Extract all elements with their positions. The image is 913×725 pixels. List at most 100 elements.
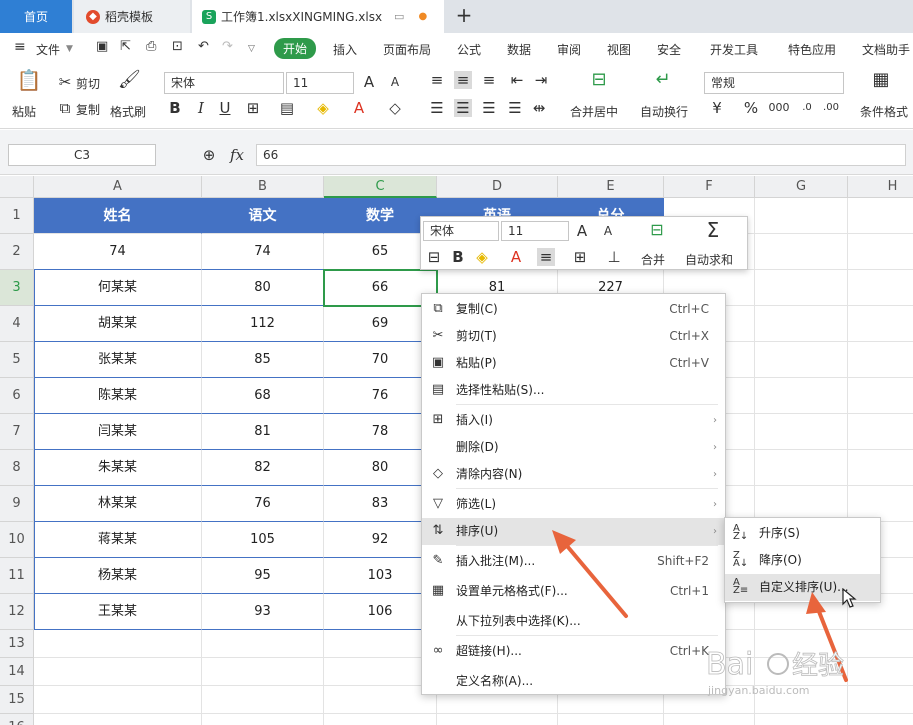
context-menu-item-10[interactable]: ▦ 设置单元格格式(F)... Ctrl+1 — [422, 578, 725, 605]
name-box[interactable]: C3 — [8, 144, 156, 166]
indent-decrease-icon[interactable]: ⇤ — [508, 71, 526, 89]
context-menu-item-6[interactable]: ◇ 清除内容(N) › — [422, 461, 725, 488]
mini-format-painter-icon[interactable]: ⊥ — [605, 248, 623, 266]
sort-descending-item[interactable]: Z A↓ 降序(O) — [725, 547, 880, 574]
row-header-2[interactable]: 2 — [0, 234, 34, 270]
cell-h5[interactable] — [848, 342, 913, 378]
align-top-icon[interactable]: ≡ — [428, 71, 446, 89]
increase-decimal-icon[interactable]: .0 — [798, 99, 816, 117]
autosum-button[interactable]: 自动求和 — [685, 251, 733, 268]
context-menu-item-5[interactable]: 删除(D) › — [422, 434, 725, 461]
menu-data[interactable]: 数据 — [507, 41, 531, 58]
tab-document[interactable]: S 工作簿1.xlsxXINGMING.xlsx ▭ ● — [192, 0, 444, 33]
context-menu-item-13[interactable]: 定义名称(A)... — [422, 668, 725, 695]
font-select[interactable]: 宋体 — [164, 72, 284, 94]
cell-b2[interactable]: 74 — [202, 234, 324, 270]
row-header-1[interactable]: 1 — [0, 198, 34, 234]
row-header-7[interactable]: 7 — [0, 414, 34, 450]
align-center-icon[interactable]: ☰ — [454, 99, 472, 117]
column-header-a[interactable]: A — [34, 176, 202, 198]
font-color-icon[interactable]: A — [350, 99, 368, 117]
row-header-8[interactable]: 8 — [0, 450, 34, 486]
cell-a16[interactable] — [34, 714, 202, 725]
align-left-icon[interactable]: ☰ — [428, 99, 446, 117]
mini-align-icon[interactable]: ≡ — [537, 248, 555, 266]
cell-d16[interactable] — [437, 714, 558, 725]
wrap-text-icon[interactable]: ↵ — [650, 71, 676, 95]
column-header-c[interactable]: C — [324, 176, 437, 198]
cell-a7[interactable]: 闫某某 — [34, 414, 202, 450]
cell-a3[interactable]: 何某某 — [34, 270, 202, 306]
cell-b3[interactable]: 80 — [202, 270, 324, 306]
cell-b5[interactable]: 85 — [202, 342, 324, 378]
zoom-icon[interactable]: ⊕ — [200, 146, 218, 164]
column-header-d[interactable]: D — [437, 176, 558, 198]
mini-decrease-font-icon[interactable]: A — [599, 222, 617, 240]
cell-b11[interactable]: 95 — [202, 558, 324, 594]
wrap-text-button[interactable]: 自动换行 — [640, 103, 688, 120]
cell-h2[interactable] — [848, 234, 913, 270]
cell-h7[interactable] — [848, 414, 913, 450]
row-header-14[interactable]: 14 — [0, 658, 34, 686]
tab-home[interactable]: 首页 — [0, 0, 72, 33]
align-bottom-icon[interactable]: ≡ — [480, 71, 498, 89]
monitor-icon[interactable]: ▭ — [394, 10, 404, 23]
context-menu-item-2[interactable]: ▣ 粘贴(P) Ctrl+V — [422, 350, 725, 377]
fill-color-icon[interactable]: ◈ — [314, 99, 332, 117]
cell-h1[interactable] — [848, 198, 913, 234]
customize-icon[interactable]: ▽ — [248, 44, 255, 54]
number-format-select[interactable]: 常规 — [704, 72, 844, 94]
save-icon[interactable]: ▣ — [96, 39, 108, 54]
bold-button[interactable]: B — [166, 99, 184, 117]
sort-ascending-item[interactable]: A Z↓ 升序(S) — [725, 520, 880, 547]
menu-home[interactable]: 开始 — [274, 38, 317, 59]
column-header-h[interactable]: H — [848, 176, 913, 198]
font-size-select[interactable]: 11 — [286, 72, 354, 94]
hamburger-icon[interactable]: ≡ — [14, 39, 26, 55]
cell-g1[interactable] — [755, 198, 848, 234]
cell-f16[interactable] — [664, 714, 755, 725]
preview-icon[interactable]: ⊡ — [172, 39, 183, 54]
cell-b6[interactable]: 68 — [202, 378, 324, 414]
cell-b12[interactable]: 93 — [202, 594, 324, 630]
print-icon[interactable]: ⎙ — [146, 39, 156, 54]
border-icon[interactable]: ⊞ — [244, 99, 262, 117]
cell-a11[interactable]: 杨某某 — [34, 558, 202, 594]
decrease-font-icon[interactable]: A — [386, 73, 404, 91]
cell-g16[interactable] — [755, 714, 848, 725]
cut-button[interactable]: 剪切 — [76, 75, 100, 92]
cell-g5[interactable] — [755, 342, 848, 378]
menu-formulas[interactable]: 公式 — [457, 41, 481, 58]
merge-center-icon[interactable]: ⊟ — [586, 71, 612, 95]
row-header-15[interactable]: 15 — [0, 686, 34, 714]
cell-h8[interactable] — [848, 450, 913, 486]
justify-icon[interactable]: ☰ — [506, 99, 524, 117]
cell-a10[interactable]: 蒋某某 — [34, 522, 202, 558]
menu-insert[interactable]: 插入 — [333, 41, 357, 58]
thousands-button[interactable]: 000 — [766, 99, 792, 117]
cell-h3[interactable] — [848, 270, 913, 306]
export-icon[interactable]: ⇱ — [120, 39, 131, 54]
menu-developer[interactable]: 开发工具 — [710, 41, 758, 58]
cell-g7[interactable] — [755, 414, 848, 450]
row-header-5[interactable]: 5 — [0, 342, 34, 378]
mini-fill-color-icon[interactable]: ◈ — [473, 248, 491, 266]
underline-button[interactable]: U — [216, 99, 234, 117]
formula-input[interactable]: 66 — [256, 144, 906, 166]
context-menu-item-4[interactable]: ⊞ 插入(I) › — [422, 407, 725, 434]
cell-g4[interactable] — [755, 306, 848, 342]
cell-g6[interactable] — [755, 378, 848, 414]
mini-border-icon[interactable]: ⊞ — [571, 248, 589, 266]
cell-e16[interactable] — [558, 714, 664, 725]
context-menu-item-7[interactable]: ▽ 筛选(L) › — [422, 491, 725, 518]
row-header-12[interactable]: 12 — [0, 594, 34, 630]
cell-b9[interactable]: 76 — [202, 486, 324, 522]
context-menu-item-8[interactable]: ⇅ 排序(U) › — [422, 518, 725, 545]
paste-icon[interactable]: 📋 — [16, 70, 42, 95]
italic-button[interactable]: I — [192, 99, 210, 117]
cell-a8[interactable]: 朱某某 — [34, 450, 202, 486]
chevron-down-icon[interactable]: ▼ — [66, 44, 73, 54]
cell-g2[interactable] — [755, 234, 848, 270]
cell-a14[interactable] — [34, 658, 202, 686]
context-menu-item-9[interactable]: ✎ 插入批注(M)... Shift+F2 — [422, 548, 725, 575]
